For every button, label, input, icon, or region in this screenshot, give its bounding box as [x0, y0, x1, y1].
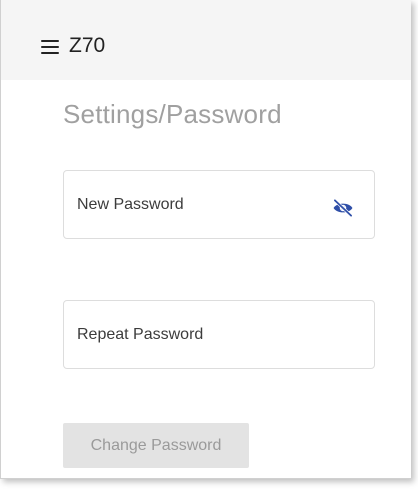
app-window: Z70 Settings/Password New Password Repea… [0, 0, 411, 479]
new-password-field[interactable]: New Password [63, 170, 375, 239]
top-app-bar: Z70 [1, 0, 411, 80]
repeat-password-field[interactable]: Repeat Password [63, 300, 375, 369]
eye-off-icon[interactable] [332, 199, 354, 217]
page-title: Settings/Password [63, 99, 282, 129]
hamburger-menu-icon[interactable] [41, 40, 59, 54]
change-password-button[interactable]: Change Password [63, 423, 249, 468]
app-title: Z70 [69, 34, 106, 57]
new-password-label: New Password [77, 196, 184, 213]
repeat-password-label: Repeat Password [77, 326, 204, 343]
